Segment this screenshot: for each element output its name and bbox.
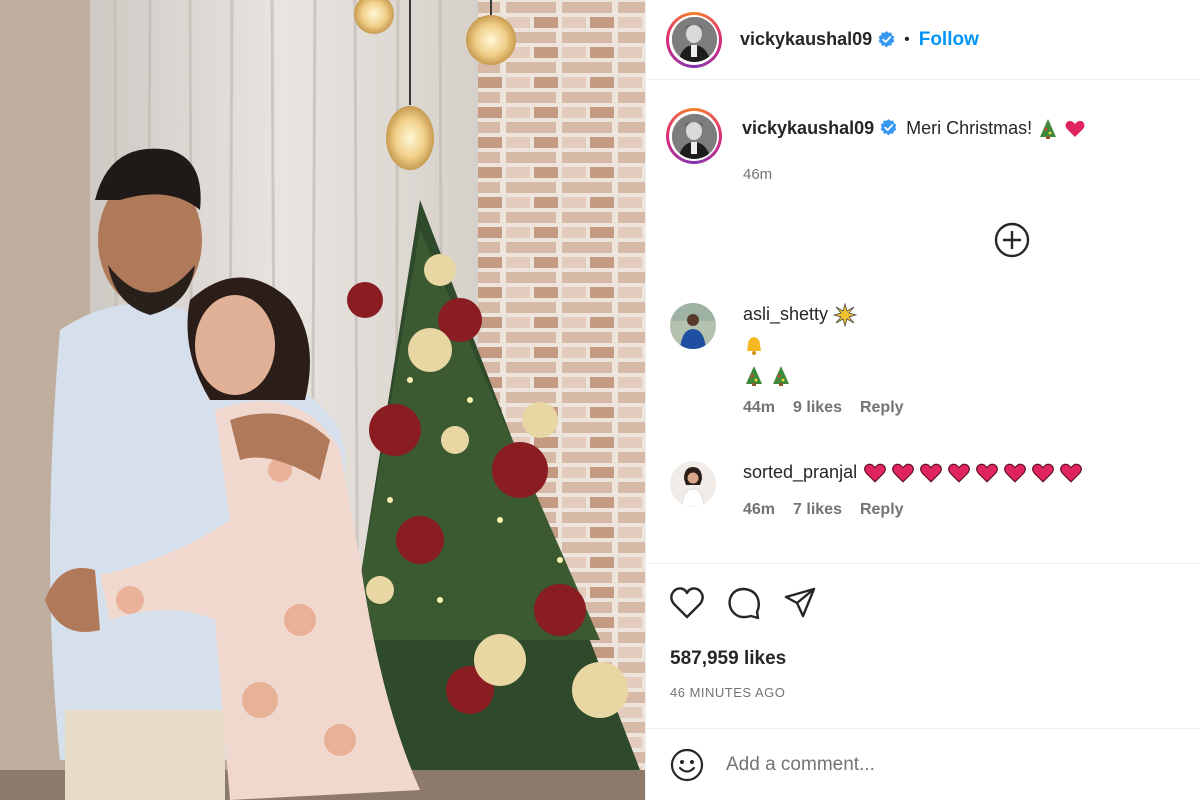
heart-emoji-row [863,461,1083,483]
commenter-avatar-image [670,461,716,507]
heart-outline-icon[interactable] [669,586,705,620]
post-image-illustration [0,0,645,800]
likes-count[interactable]: 587,959 likes [670,648,786,670]
heart-icon [864,463,886,483]
christmas-tree-icon [1040,119,1057,140]
heart-icon [920,463,942,483]
comment-composer [646,728,1200,800]
post-actions: 587,959 likes 46 MINUTES AGO [646,563,1200,728]
comment-time: 44m [743,399,776,416]
comment-likes[interactable]: 9 likes [793,399,842,417]
christmas-tree-icon [773,366,790,387]
header-separator: • [904,30,910,48]
commenter-username[interactable]: asli_shetty [743,304,828,324]
verified-badge-icon [878,31,895,48]
post-timestamp: 46 MINUTES AGO [670,685,786,700]
comment-time: 46m [743,501,776,518]
emoji-smile-icon[interactable] [670,748,704,782]
heart-icon [1065,121,1085,138]
commenter-avatar[interactable] [670,303,716,349]
heart-icon [1004,463,1026,483]
caption-author-avatar[interactable] [666,108,722,164]
commenter-avatar[interactable] [670,461,716,507]
christmas-tree-icon [746,366,762,387]
sparkle-burst-icon [833,303,858,327]
author-avatar-image [671,17,717,62]
heart-icon [892,463,914,483]
caption-username[interactable]: vickykaushal09 [742,118,874,138]
post-side-panel: vickykaushal09 • Follow vickykaushal09 M… [645,0,1200,800]
reply-button[interactable]: Reply [860,399,904,417]
caption-timestamp: 46m [743,166,773,183]
plus-circle-icon[interactable] [994,222,1030,258]
comment-likes[interactable]: 7 likes [793,501,842,519]
author-avatar[interactable] [666,11,722,68]
post-caption: vickykaushal09 Meri Christmas! [666,108,1086,164]
commenter-username[interactable]: sorted_pranjal [743,462,857,483]
heart-icon [948,463,970,483]
verified-badge-icon [880,119,897,136]
comment-item: asli_shetty 44m 9 likes Reply [670,303,904,417]
comment-item: sorted_pranjal 46m 7 likes Reply [670,461,1083,519]
reply-button[interactable]: Reply [860,501,904,519]
paper-plane-icon[interactable] [783,586,817,620]
author-username[interactable]: vickykaushal09 [740,29,872,50]
comment-input[interactable] [726,753,1166,776]
heart-icon [976,463,998,483]
caption-avatar-image [671,113,717,159]
post-header: vickykaushal09 • Follow [646,0,1200,80]
caption-text: Meri Christmas! [906,118,1033,138]
speech-bubble-icon[interactable] [727,586,761,620]
follow-button[interactable]: Follow [919,29,979,51]
bell-icon [747,337,761,356]
heart-icon [1032,463,1054,483]
post-photo[interactable] [0,0,645,800]
commenter-avatar-image [670,303,716,349]
heart-icon [1060,463,1082,483]
